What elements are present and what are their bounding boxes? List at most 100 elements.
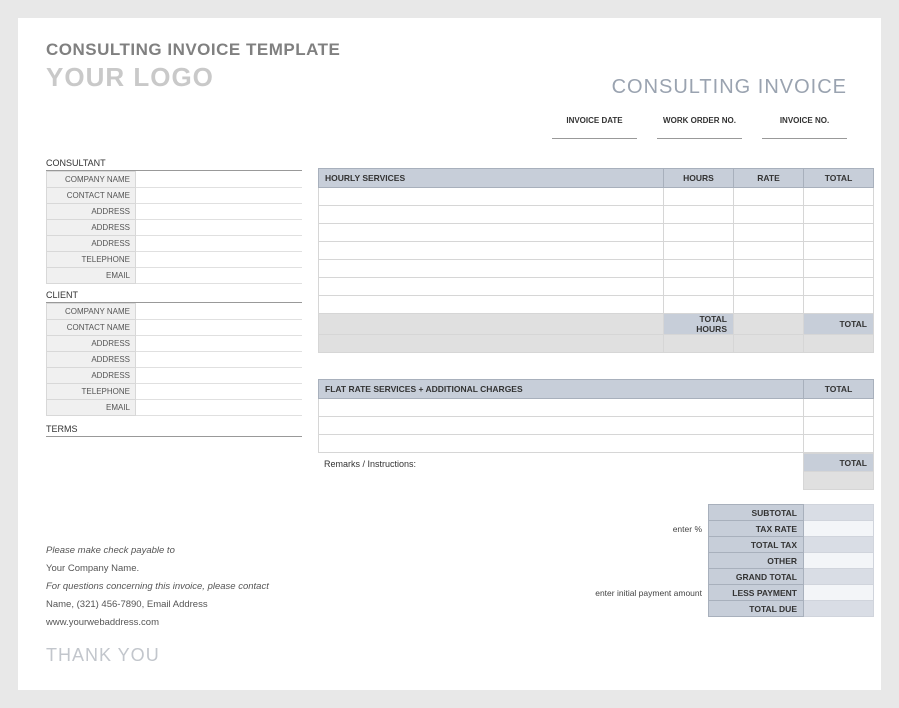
cell[interactable] bbox=[804, 399, 874, 417]
field-label: COMPANY NAME bbox=[46, 303, 136, 320]
cell[interactable] bbox=[804, 188, 874, 206]
cell[interactable] bbox=[319, 417, 804, 435]
cell[interactable] bbox=[319, 296, 664, 314]
cell[interactable] bbox=[804, 278, 874, 296]
spacer-cell bbox=[734, 335, 804, 353]
cell[interactable] bbox=[664, 278, 734, 296]
left-column: CONSULTANT COMPANY NAMECONTACT NAMEADDRE… bbox=[46, 152, 302, 437]
summary-value[interactable] bbox=[804, 569, 874, 585]
cell[interactable] bbox=[664, 242, 734, 260]
field-label: CONTACT NAME bbox=[46, 320, 136, 336]
cell[interactable] bbox=[734, 260, 804, 278]
field-value[interactable] bbox=[136, 384, 302, 400]
cell[interactable] bbox=[319, 224, 664, 242]
cell[interactable] bbox=[734, 188, 804, 206]
table-row bbox=[319, 242, 874, 260]
meta-invoice-date: INVOICE DATE bbox=[552, 116, 637, 139]
table-row bbox=[319, 278, 874, 296]
cell[interactable] bbox=[734, 224, 804, 242]
cell[interactable] bbox=[804, 224, 874, 242]
field-value[interactable] bbox=[136, 368, 302, 384]
field-value[interactable] bbox=[136, 400, 302, 416]
summary-label: TOTAL TAX bbox=[709, 537, 804, 553]
field-value[interactable] bbox=[136, 320, 302, 336]
cell[interactable] bbox=[319, 278, 664, 296]
cell[interactable] bbox=[734, 278, 804, 296]
summary-label: SUBTOTAL bbox=[709, 505, 804, 521]
col-header: FLAT RATE SERVICES + ADDITIONAL CHARGES bbox=[319, 380, 804, 399]
cell[interactable] bbox=[804, 260, 874, 278]
total-label: TOTAL bbox=[804, 314, 874, 335]
summary-value[interactable] bbox=[804, 601, 874, 617]
cell[interactable] bbox=[734, 242, 804, 260]
summary-value[interactable] bbox=[804, 505, 874, 521]
field-label: EMAIL bbox=[46, 400, 136, 416]
summary-row: GRAND TOTAL bbox=[318, 569, 874, 585]
field-label: ADDRESS bbox=[46, 368, 136, 384]
cell[interactable] bbox=[734, 296, 804, 314]
table-row bbox=[319, 399, 874, 417]
field-value[interactable] bbox=[136, 188, 302, 204]
field-label: TELEPHONE bbox=[46, 252, 136, 268]
cell[interactable] bbox=[804, 417, 874, 435]
invoice-heading: CONSULTING INVOICE bbox=[612, 76, 847, 99]
field-value[interactable] bbox=[136, 236, 302, 252]
field-row: EMAIL bbox=[46, 400, 302, 416]
summary-row: enter %TAX RATE bbox=[318, 521, 874, 537]
summary-value[interactable] bbox=[804, 521, 874, 537]
cell[interactable] bbox=[319, 206, 664, 224]
cell[interactable] bbox=[664, 206, 734, 224]
cell[interactable] bbox=[664, 188, 734, 206]
field-value[interactable] bbox=[136, 204, 302, 220]
field-label: CONTACT NAME bbox=[46, 188, 136, 204]
field-label: ADDRESS bbox=[46, 204, 136, 220]
cell[interactable] bbox=[319, 188, 664, 206]
meta-value[interactable] bbox=[657, 127, 742, 139]
field-row: ADDRESS bbox=[46, 352, 302, 368]
total-hours-value bbox=[734, 314, 804, 335]
cell[interactable] bbox=[734, 206, 804, 224]
invoice-page: CONSULTING INVOICE TEMPLATE YOUR LOGO CO… bbox=[18, 18, 881, 690]
cell[interactable] bbox=[804, 435, 874, 453]
field-value[interactable] bbox=[136, 220, 302, 236]
summary-label: GRAND TOTAL bbox=[709, 569, 804, 585]
meta-label: INVOICE NO. bbox=[762, 116, 847, 127]
field-value[interactable] bbox=[136, 352, 302, 368]
field-label: TELEPHONE bbox=[46, 384, 136, 400]
field-value[interactable] bbox=[136, 268, 302, 284]
cell[interactable] bbox=[664, 296, 734, 314]
flat-total-value bbox=[804, 472, 874, 490]
col-header: TOTAL bbox=[804, 169, 874, 188]
right-column: HOURLY SERVICES HOURS RATE TOTAL TOTAL H… bbox=[318, 168, 874, 617]
field-value[interactable] bbox=[136, 336, 302, 352]
field-row: ADDRESS bbox=[46, 204, 302, 220]
field-value[interactable] bbox=[136, 252, 302, 268]
field-row: ADDRESS bbox=[46, 368, 302, 384]
field-value[interactable] bbox=[136, 171, 302, 188]
meta-value[interactable] bbox=[762, 127, 847, 139]
field-row: TELEPHONE bbox=[46, 252, 302, 268]
cell[interactable] bbox=[804, 206, 874, 224]
cell[interactable] bbox=[804, 242, 874, 260]
cell[interactable] bbox=[319, 399, 804, 417]
summary-value[interactable] bbox=[804, 553, 874, 569]
cell[interactable] bbox=[664, 224, 734, 242]
terms-heading: TERMS bbox=[46, 422, 302, 437]
meta-value[interactable] bbox=[552, 127, 637, 139]
cell[interactable] bbox=[804, 296, 874, 314]
summary-hint: enter % bbox=[318, 521, 709, 537]
cell[interactable] bbox=[319, 242, 664, 260]
summary-value[interactable] bbox=[804, 537, 874, 553]
cell[interactable] bbox=[319, 260, 664, 278]
summary-value[interactable] bbox=[804, 585, 874, 601]
summary-hint bbox=[318, 601, 709, 617]
field-label: ADDRESS bbox=[46, 336, 136, 352]
summary-row: SUBTOTAL bbox=[318, 505, 874, 521]
summary-row: OTHER bbox=[318, 553, 874, 569]
cell[interactable] bbox=[319, 435, 804, 453]
spacer-cell bbox=[319, 335, 664, 353]
field-value[interactable] bbox=[136, 303, 302, 320]
invoice-meta: INVOICE DATE WORK ORDER NO. INVOICE NO. bbox=[552, 116, 847, 139]
summary-hint: enter initial payment amount bbox=[318, 585, 709, 601]
cell[interactable] bbox=[664, 260, 734, 278]
